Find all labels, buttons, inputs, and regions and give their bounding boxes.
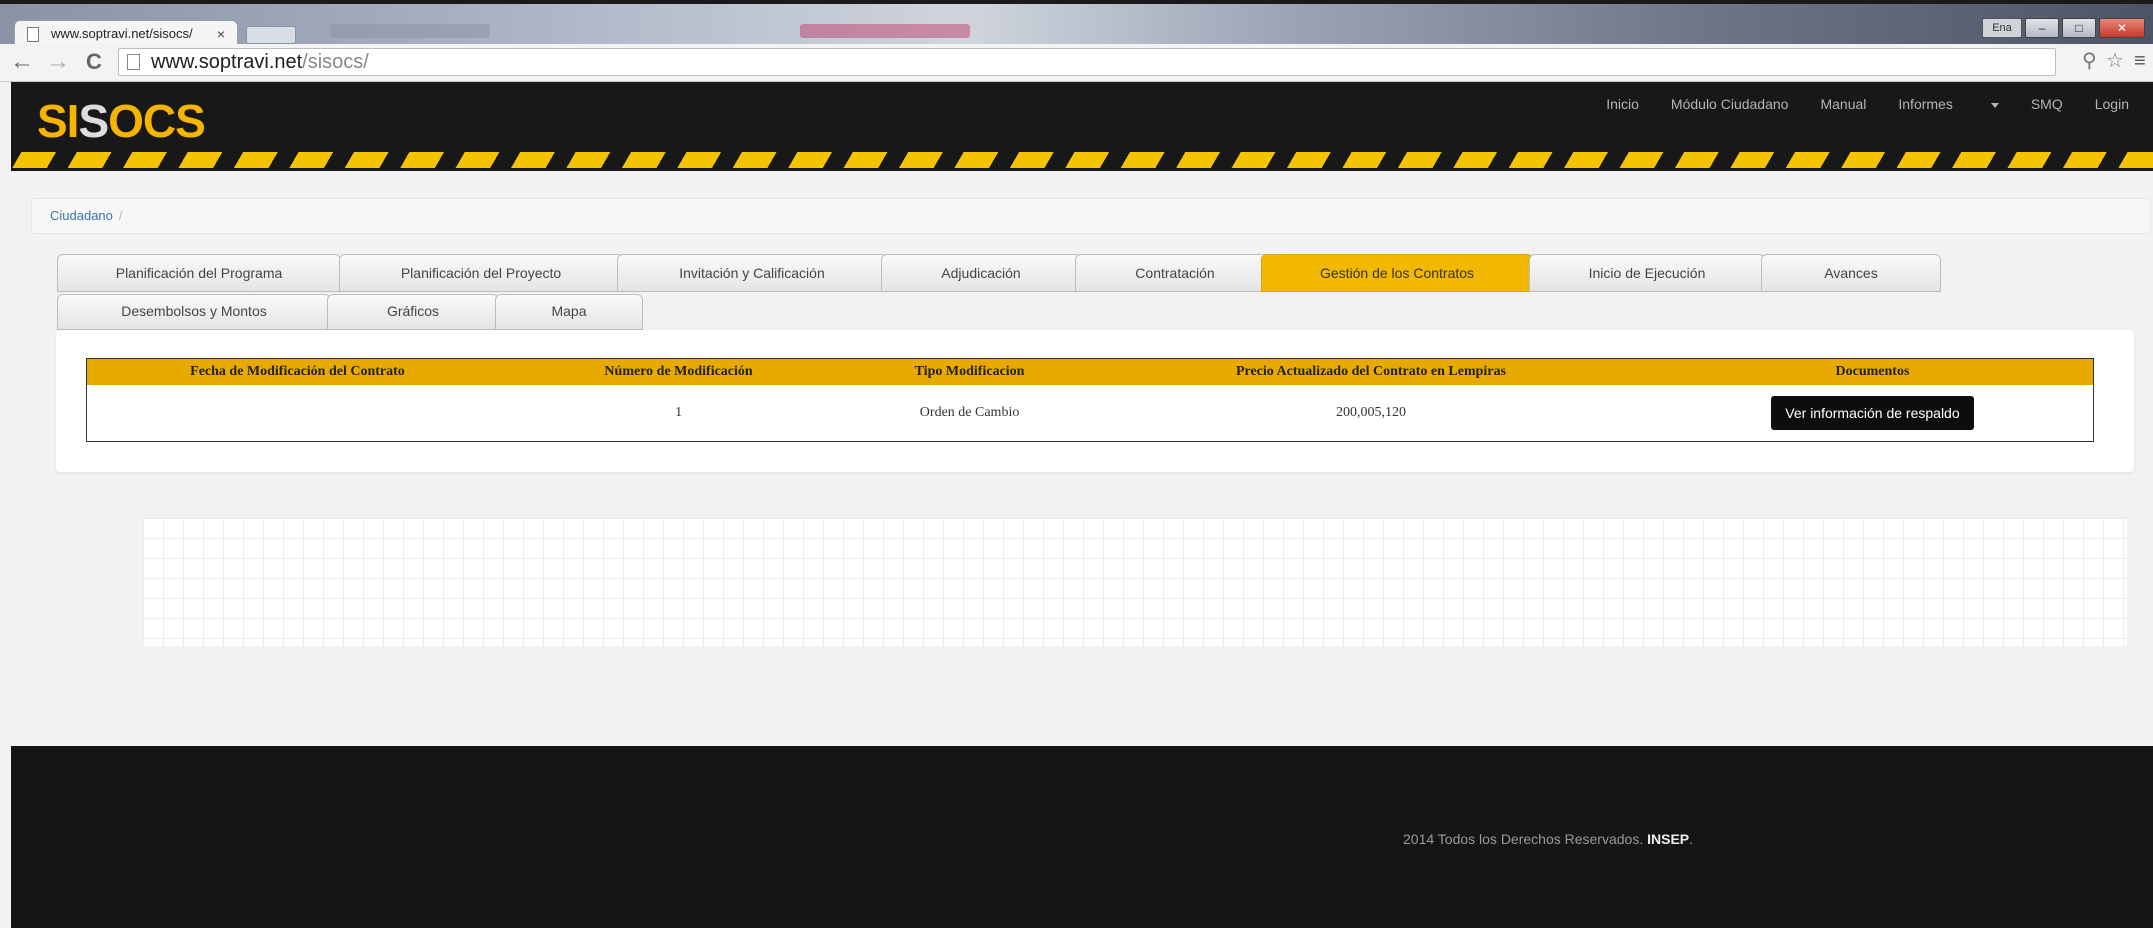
caret-down-icon — [1990, 102, 1999, 108]
column-header: Documentos — [1651, 358, 2094, 385]
nav-modulo-ciudadano[interactable]: Módulo Ciudadano — [1671, 96, 1789, 112]
page-icon — [127, 54, 140, 70]
tab-invitacion-calificacion[interactable]: Invitación y Calificación — [617, 254, 887, 292]
footer-period: . — [1689, 831, 1694, 847]
tab-gestion-contratos[interactable]: Gestión de los Contratos — [1261, 254, 1533, 292]
cell-numero: 1 — [675, 405, 683, 420]
tab-avances[interactable]: Avances — [1761, 254, 1941, 292]
site-header: SISOCS Inicio Módulo Ciudadano Manual In… — [11, 82, 2153, 152]
blurred-bg-window — [330, 24, 490, 38]
language-indicator[interactable]: Ena — [1982, 18, 2022, 38]
table-header-row: Fecha de Modificación del Contrato Númer… — [86, 358, 2094, 385]
table-row: 1 Orden de Cambio 200,005,120 Ver inform… — [87, 385, 2094, 442]
cell-precio: 200,005,120 — [1335, 405, 1406, 420]
hazard-stripe — [11, 152, 2153, 168]
ver-informacion-respaldo-button[interactable]: Ver información de respaldo — [1771, 396, 1974, 430]
new-tab-button[interactable] — [246, 26, 296, 44]
minimize-icon[interactable]: – — [2025, 18, 2059, 38]
url-input[interactable]: www.soptravi.net/sisocs/ — [118, 48, 2056, 76]
tab-desembolsos-montos[interactable]: Desembolsos y Montos — [57, 294, 331, 330]
breadcrumb-separator: / — [118, 208, 123, 223]
tab-inicio-ejecucion[interactable]: Inicio de Ejecución — [1529, 254, 1765, 292]
logo-part: S — [78, 95, 109, 147]
column-header: Número de Modificación — [507, 358, 850, 385]
cell-fecha — [87, 385, 508, 442]
window-controls: Ena – □ ✕ — [1982, 18, 2145, 38]
nav-inicio[interactable]: Inicio — [1606, 96, 1639, 112]
contract-modifications-panel: Fecha de Modificación del Contrato Númer… — [56, 330, 2134, 472]
extension-icon[interactable]: ⚲ — [2082, 50, 2097, 72]
tab-planificacion-proyecto[interactable]: Planificación del Proyecto — [339, 254, 623, 292]
column-header: Precio Actualizado del Contrato en Lempi… — [1089, 358, 1652, 385]
logo-part: SI — [37, 95, 79, 147]
menu-icon[interactable]: ≡ — [2134, 50, 2146, 72]
url-path: /sisocs/ — [302, 51, 369, 73]
nav-smq[interactable]: SMQ — [2031, 96, 2063, 112]
tab-contratacion[interactable]: Contratación — [1075, 254, 1275, 292]
cell-tipo: Orden de Cambio — [919, 405, 1020, 420]
nav-informes-label: Informes — [1898, 96, 1953, 112]
reload-icon[interactable]: C — [86, 50, 102, 74]
column-header: Tipo Modificacion — [849, 358, 1090, 385]
tab-planificacion-programa[interactable]: Planificación del Programa — [57, 254, 341, 292]
sisocs-logo[interactable]: SISOCS — [37, 94, 206, 148]
browser-tab-strip: www.soptravi.net/sisocs/ × Ena – □ ✕ — [0, 4, 2153, 48]
breadcrumb-link-ciudadano[interactable]: Ciudadano — [50, 208, 113, 223]
tab-graficos[interactable]: Gráficos — [327, 294, 499, 330]
tab-adjudicacion[interactable]: Adjudicación — [881, 254, 1081, 292]
address-bar: ← → C www.soptravi.net/sisocs/ ⚲ ☆ ≡ — [0, 44, 2153, 82]
nav-login[interactable]: Login — [2095, 96, 2129, 112]
back-arrow-icon[interactable]: ← — [10, 50, 34, 74]
logo-part: OCS — [108, 95, 206, 147]
grid-background-area — [143, 518, 2127, 646]
site-footer: 2014 Todos los Derechos Reservados. INSE… — [11, 746, 2153, 928]
forward-arrow-icon[interactable]: → — [46, 50, 70, 74]
bookmark-star-icon[interactable]: ☆ — [2106, 50, 2124, 72]
main-nav: Inicio Módulo Ciudadano Manual Informes … — [1606, 82, 2153, 126]
breadcrumb: Ciudadano / — [31, 198, 2151, 234]
footer-text: 2014 Todos los Derechos Reservados. — [1403, 831, 1644, 847]
footer-brand: INSEP — [1647, 831, 1690, 847]
maximize-icon[interactable]: □ — [2062, 18, 2096, 38]
header-divider — [11, 168, 2153, 171]
blurred-bg-window — [800, 24, 970, 38]
nav-manual[interactable]: Manual — [1820, 96, 1866, 112]
url-host: www.soptravi.net — [151, 51, 303, 73]
close-window-icon[interactable]: ✕ — [2099, 18, 2145, 38]
contract-modifications-table: Fecha de Modificación del Contrato Númer… — [86, 358, 2094, 442]
footer-copyright: 2014 Todos los Derechos Reservados. INSE… — [1403, 831, 1693, 847]
column-header: Fecha de Modificación del Contrato — [86, 358, 508, 385]
nav-informes[interactable]: Informes — [1898, 96, 1999, 112]
cell-documentos: Ver información de respaldo — [1652, 385, 2094, 442]
browser-tab-title: www.soptravi.net/sisocs/ — [51, 26, 193, 41]
page-content: SISOCS Inicio Módulo Ciudadano Manual In… — [11, 82, 2153, 928]
tab-mapa[interactable]: Mapa — [495, 294, 643, 330]
page-icon — [27, 27, 39, 42]
